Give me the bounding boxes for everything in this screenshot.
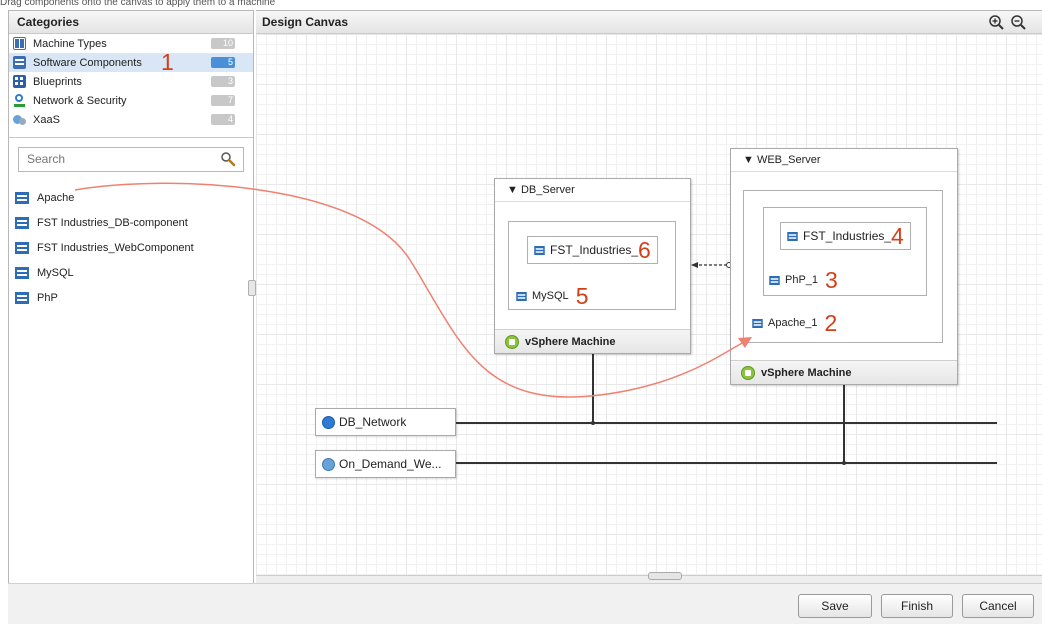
annotation-number: 6 (638, 237, 651, 263)
db-server-title[interactable]: ▼ DB_Server (495, 179, 690, 202)
software-component-icon (534, 245, 545, 255)
category-count: 3 (211, 76, 235, 87)
annotation-number: 5 (575, 283, 589, 309)
machine-name: DB_Server (520, 184, 575, 196)
category-count: 7 (211, 95, 235, 106)
db-server-components: FST_Industries_ 6 MySQL 5 (508, 221, 676, 310)
software-component-icon (752, 318, 763, 328)
category-count: 10 (211, 38, 235, 49)
web-apache-component[interactable]: Apache_1 2 (752, 311, 837, 335)
web-php-component[interactable]: PhP_1 3 (769, 268, 838, 292)
category-software-components[interactable]: Software Components 1 5 (9, 49, 253, 75)
software-components-icon (13, 56, 26, 69)
on-demand-network-node[interactable]: On_Demand_We... (315, 450, 456, 478)
machine-name: WEB_Server (756, 154, 821, 166)
canvas-title: Design Canvas (256, 11, 1042, 34)
db-server-footer: vSphere Machine (495, 329, 690, 353)
web-server-title[interactable]: ▼ WEB_Server (731, 149, 957, 172)
list-item-label: PhP (37, 291, 58, 304)
software-component-icon (15, 191, 29, 204)
category-count: 4 (211, 114, 235, 125)
zoom-in-icon[interactable] (988, 14, 1004, 30)
cancel-button[interactable]: Cancel (962, 594, 1034, 618)
list-item-label: MySQL (37, 266, 74, 279)
network-security-icon (13, 94, 26, 107)
category-label: Blueprints (33, 75, 82, 88)
list-item-label: Apache (37, 191, 75, 204)
category-label: Software Components (33, 56, 142, 69)
search-icon[interactable] (220, 151, 236, 167)
collapse-triangle-icon[interactable]: ▼ (507, 184, 521, 196)
top-instruction-text: Drag components onto the canvas to apply… (0, 0, 276, 8)
component-label: Apache_1 (768, 317, 818, 329)
machine-types-icon (13, 37, 26, 50)
zoom-out-icon[interactable] (1010, 14, 1026, 30)
list-item[interactable]: Apache (9, 185, 253, 210)
blueprints-icon (13, 75, 26, 88)
category-machine-types[interactable]: Machine Types 10 (9, 34, 253, 53)
on-demand-network-icon (322, 457, 335, 471)
list-item[interactable]: FST Industries_DB-component (9, 210, 253, 235)
category-label: XaaS (33, 113, 60, 126)
categories-title: Categories (9, 11, 253, 34)
software-component-icon (15, 291, 29, 304)
annotation-number: 2 (824, 310, 838, 336)
component-label: MySQL (532, 290, 569, 302)
category-network-security[interactable]: Network & Security 7 (9, 91, 253, 110)
web-server-footer: vSphere Machine (731, 360, 957, 384)
vsphere-icon (741, 365, 755, 380)
software-component-icon (787, 231, 798, 241)
db-server-machine[interactable]: ▼ DB_Server FST_Industries_ 6 MySQL 5 vS… (494, 178, 691, 354)
component-label: FST_Industries_ (550, 243, 639, 257)
canvas-scrollbar[interactable] (256, 572, 1042, 583)
annotation-number: 3 (825, 267, 838, 293)
annotation-number: 4 (891, 223, 904, 249)
db-fst-industries-component[interactable]: FST_Industries_ 6 (527, 236, 658, 264)
db-mysql-component[interactable]: MySQL 5 (516, 284, 588, 308)
web-server-components: FST_Industries_ 4 PhP_1 3 Apache_1 2 (743, 190, 943, 343)
network-label: DB_Network (339, 415, 407, 429)
software-component-icon (15, 241, 29, 254)
search-input[interactable] (19, 148, 217, 169)
category-label: Machine Types (33, 37, 107, 50)
web-server-inner-group: FST_Industries_ 4 PhP_1 3 (763, 207, 927, 296)
scroll-grip[interactable] (648, 572, 682, 580)
list-item-label: FST Industries_DB-component (37, 216, 188, 229)
panel-resize-handle[interactable] (248, 280, 256, 296)
save-button[interactable]: Save (798, 594, 872, 618)
component-list: Apache FST Industries_DB-component FST I… (9, 185, 253, 310)
software-component-icon (15, 266, 29, 279)
machine-type-label: vSphere Machine (525, 335, 616, 348)
web-server-machine[interactable]: ▼ WEB_Server FST_Industries_ 4 PhP_1 3 A… (730, 148, 958, 385)
search-box[interactable] (18, 147, 244, 172)
software-component-icon (769, 275, 780, 285)
category-label: Network & Security (33, 94, 127, 107)
list-item[interactable]: FST Industries_WebComponent (9, 235, 253, 260)
machine-type-label: vSphere Machine (761, 366, 852, 379)
collapse-triangle-icon[interactable]: ▼ (743, 154, 757, 166)
component-label: PhP_1 (785, 274, 819, 286)
software-component-icon (516, 291, 527, 301)
db-network-node[interactable]: DB_Network (315, 408, 456, 436)
action-bar: Save Finish Cancel (8, 583, 1042, 624)
divider (9, 137, 253, 138)
list-item[interactable]: MySQL (9, 260, 253, 285)
network-icon (322, 415, 335, 429)
categories-panel: Categories Machine Types 10 Software Com… (8, 10, 254, 584)
finish-button[interactable]: Finish (881, 594, 953, 618)
network-label: On_Demand_We... (339, 457, 442, 471)
software-component-icon (15, 216, 29, 229)
vsphere-icon (505, 334, 519, 349)
web-fst-industries-component[interactable]: FST_Industries_ 4 (780, 222, 911, 250)
component-label: FST_Industries_ (803, 229, 892, 243)
annotation-number: 1 (161, 49, 174, 75)
xaas-icon (13, 113, 26, 126)
list-item[interactable]: PhP (9, 285, 253, 310)
list-item-label: FST Industries_WebComponent (37, 241, 194, 254)
category-xaas[interactable]: XaaS 4 (9, 110, 253, 129)
category-blueprints[interactable]: Blueprints 3 (9, 72, 253, 91)
category-count: 5 (211, 57, 235, 68)
